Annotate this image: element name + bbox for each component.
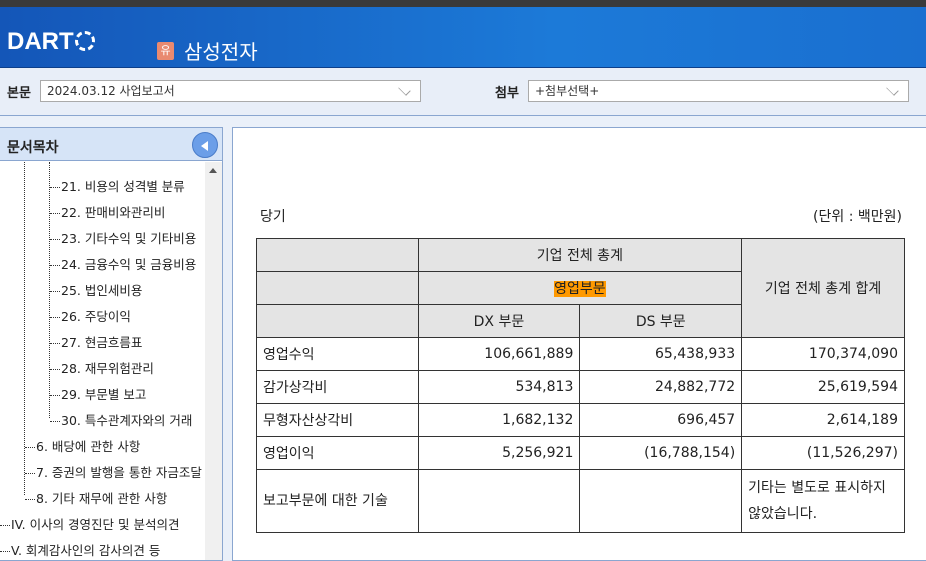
toc-item[interactable]: 25. 법인세비용	[50, 280, 142, 299]
toc-scrollbar[interactable]	[205, 162, 222, 560]
toc-item[interactable]: 23. 기타수익 및 기타비용	[50, 228, 196, 247]
header-cell: 기업 전체 총계	[417, 238, 743, 272]
ds-cell: (16,788,154)	[579, 436, 743, 470]
header-cell: DX 부문	[417, 304, 581, 338]
sum-cell: 2,614,189	[741, 403, 905, 437]
dx-cell: 106,661,889	[417, 337, 581, 371]
toc-item[interactable]: 26. 주당이익	[50, 306, 131, 325]
header-cell: 기업 전체 총계 합계	[741, 238, 905, 338]
logo-sun-icon	[74, 31, 95, 51]
period-label: 당기	[260, 209, 286, 225]
toc-item[interactable]: IV. 이사의 경영진단 및 분석의견	[0, 514, 180, 533]
row-label: 보고부문에 대한 기술	[256, 469, 419, 533]
toc-item[interactable]: 29. 부문별 보고	[50, 384, 146, 403]
app-header: DART 유 삼성전자	[0, 7, 926, 68]
toc-item[interactable]: 7. 증권의 발행을 통한 자금조달	[25, 462, 202, 481]
attach-select[interactable]: +첨부선택+	[528, 80, 909, 102]
main-doc-select[interactable]: 2024.03.12 사업보고서	[40, 80, 421, 102]
dx-cell	[417, 469, 581, 533]
toc-item[interactable]: 22. 판매비와관리비	[50, 202, 165, 221]
window-top-bar	[0, 0, 926, 7]
dx-cell: 534,813	[417, 370, 581, 404]
table-row: 영업이익 5,256,921 (16,788,154) (11,526,297)	[256, 436, 905, 470]
toc-item[interactable]: 8. 기타 재무에 관한 사항	[25, 488, 167, 507]
table-row: 무형자산상각비 1,682,132 696,457 2,614,189	[256, 403, 905, 437]
header-cell: DS 부문	[579, 304, 743, 338]
toc-item[interactable]: 24. 금융수익 및 금융비용	[50, 254, 196, 273]
toc-item[interactable]: 6. 배당에 관한 사항	[25, 436, 140, 455]
row-label: 무형자산상각비	[256, 403, 419, 437]
row-label: 감가상각비	[256, 370, 419, 404]
unit-label: (단위 : 백만원)	[813, 209, 902, 225]
table-row: 감가상각비 534,813 24,882,772 25,619,594	[256, 370, 905, 404]
toc-tree: 21. 비용의 성격별 분류 22. 판매비와관리비 23. 기타수익 및 기타…	[0, 162, 205, 560]
ds-cell: 696,457	[579, 403, 743, 437]
sum-cell: (11,526,297)	[741, 436, 905, 470]
header-cell	[256, 238, 419, 272]
dx-cell: 5,256,921	[417, 436, 581, 470]
logo-text: DART	[7, 28, 74, 55]
toolbar: 본문 2024.03.12 사업보고서 첨부 +첨부선택+	[0, 68, 926, 116]
header-cell: 영업부문	[417, 271, 743, 305]
toc-panel: 문서목차 21. 비용의 성격별 분류 22. 판매비와관리비 23. 기타수익…	[0, 127, 223, 561]
attach-label: 첨부	[495, 86, 519, 101]
toc-item[interactable]: 27. 현금흐름표	[50, 332, 142, 351]
table-row: 영업수익 106,661,889 65,438,933 170,374,090	[256, 337, 905, 371]
dart-logo[interactable]: DART	[7, 28, 95, 56]
market-badge: 유	[157, 42, 174, 60]
main-doc-value: 2024.03.12 사업보고서	[47, 84, 175, 98]
ds-cell: 65,438,933	[579, 337, 743, 371]
sum-cell: 기타는 별도로 표시하지 않았습니다.	[741, 469, 905, 533]
sum-cell: 170,374,090	[741, 337, 905, 371]
chevron-down-icon	[398, 83, 411, 96]
ds-cell	[579, 469, 743, 533]
ds-cell: 24,882,772	[579, 370, 743, 404]
sum-cell: 25,619,594	[741, 370, 905, 404]
toc-item[interactable]: 21. 비용의 성격별 분류	[50, 176, 185, 195]
dx-cell: 1,682,132	[417, 403, 581, 437]
toc-item[interactable]: 28. 재무위험관리	[50, 358, 154, 377]
segment-table: 기업 전체 총계 기업 전체 총계 합계 영업부문 DX 부문 DS 부문 영업수익…	[256, 238, 905, 533]
toc-title: 문서목차	[7, 140, 59, 156]
company-name: 삼성전자	[184, 40, 258, 64]
toc-item[interactable]: V. 회계감사인의 감사의견 등	[0, 540, 160, 559]
row-label: 영업수익	[256, 337, 419, 371]
table-row: 보고부문에 대한 기술 기타는 별도로 표시하지 않았습니다.	[256, 469, 905, 533]
attach-value: +첨부선택+	[535, 84, 600, 98]
header-cell	[256, 304, 419, 338]
toc-item[interactable]: 30. 특수관계자와의 거래	[50, 410, 192, 429]
row-label: 영업이익	[256, 436, 419, 470]
highlighted-text: 영업부문	[554, 281, 606, 297]
header-cell	[256, 271, 419, 305]
chevron-down-icon	[886, 83, 899, 96]
collapse-toc-button[interactable]	[192, 132, 218, 158]
main-doc-label: 본문	[7, 86, 31, 101]
toc-header: 문서목차	[0, 128, 222, 161]
